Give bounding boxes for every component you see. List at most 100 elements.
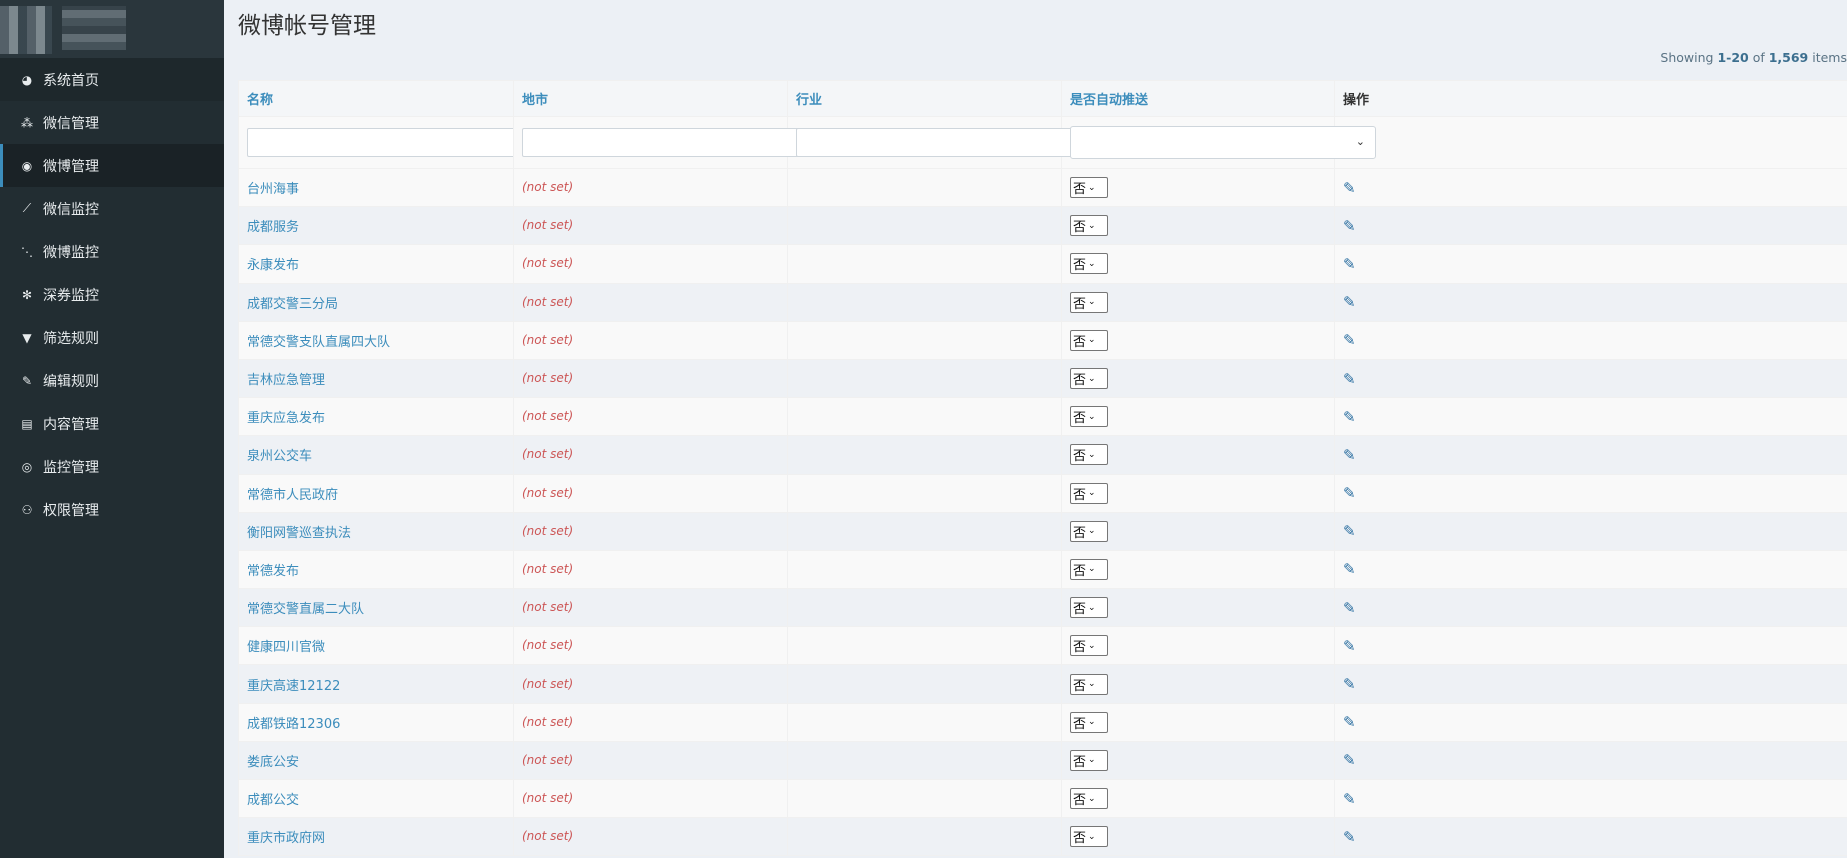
auto-push-select[interactable]: 否 ⌄ [1070, 215, 1108, 237]
cell-city: (not set) [513, 167, 788, 208]
account-name-link[interactable]: 台州海事 [247, 182, 299, 197]
auto-push-select[interactable]: 否 ⌄ [1070, 788, 1108, 810]
auto-push-filter-select[interactable]: ⌄ [1070, 126, 1376, 159]
auto-push-select[interactable]: 否 ⌄ [1070, 558, 1108, 580]
pencil-icon[interactable]: ✎ [1343, 370, 1356, 388]
chevron-down-icon: ⌄ [1088, 755, 1096, 766]
account-name-link[interactable]: 常德交警直属二大队 [247, 602, 364, 617]
filter-cell-city: ▼ [513, 116, 828, 169]
sidebar-item-5[interactable]: ✻ 深券监控 [0, 273, 224, 316]
cell-auto-push: 否 ⌄ [1061, 282, 1335, 322]
account-name-link[interactable]: 成都服务 [247, 220, 299, 235]
name-filter-input[interactable] [247, 128, 553, 157]
cell-industry [787, 435, 1062, 475]
cell-city: (not set) [513, 511, 788, 551]
city-value: (not set) [522, 829, 574, 844]
logo-image-blurred [0, 6, 52, 54]
account-name-link[interactable]: 成都公交 [247, 793, 299, 808]
account-name-link[interactable]: 泉州公交车 [247, 449, 312, 464]
auto-push-select[interactable]: 否 ⌄ [1070, 177, 1108, 199]
sidebar-item-4[interactable]: ⋱ 微博监控 [0, 230, 224, 273]
account-name-link[interactable]: 重庆应急发布 [247, 411, 325, 426]
account-name-link[interactable]: 重庆市政府网 [247, 831, 325, 846]
pencil-icon[interactable]: ✎ [1343, 675, 1356, 693]
account-name-link[interactable]: 常德交警支队直属四大队 [247, 335, 390, 350]
pencil-icon[interactable]: ✎ [1343, 217, 1356, 235]
chevron-down-icon: ⌄ [1088, 182, 1096, 193]
auto-push-select[interactable]: 否 ⌄ [1070, 482, 1108, 504]
cell-industry [787, 588, 1062, 628]
sidebar-item-2[interactable]: ◉ 微博管理 [0, 144, 224, 187]
table-row: 成都铁路12306 (not set) 否 ⌄ ✎ [238, 702, 1847, 742]
sidebar-item-1[interactable]: ⁂ 微信管理 [0, 101, 224, 144]
edit-square-icon: ✎ [21, 373, 33, 388]
sidebar-item-3[interactable]: ⟋ 微信监控 [0, 187, 224, 230]
pencil-icon[interactable]: ✎ [1343, 522, 1356, 540]
cell-industry [787, 511, 1062, 551]
account-name-link[interactable]: 常德市人民政府 [247, 488, 338, 503]
auto-push-select[interactable]: 否 ⌄ [1070, 368, 1108, 390]
table-row: 成都公交 (not set) 否 ⌄ ✎ [238, 778, 1847, 819]
account-name-link[interactable]: 衡阳网警巡查执法 [247, 526, 351, 541]
account-name-link[interactable]: 重庆高速12122 [247, 679, 340, 694]
auto-push-select[interactable]: 否 ⌄ [1070, 635, 1108, 657]
auto-push-select[interactable]: 否 ⌄ [1070, 406, 1108, 428]
cell-name: 娄底公安 [238, 740, 514, 781]
auto-push-value: 否 [1073, 640, 1087, 656]
pencil-icon[interactable]: ✎ [1343, 179, 1356, 197]
sidebar-item-8[interactable]: ▤ 内容管理 [0, 402, 224, 445]
auto-push-select[interactable]: 否 ⌄ [1070, 520, 1108, 542]
account-name-link[interactable]: 娄底公安 [247, 755, 299, 770]
sidebar-item-10[interactable]: ⚇ 权限管理 [0, 488, 224, 531]
pencil-icon[interactable]: ✎ [1343, 713, 1356, 731]
auto-push-select[interactable]: 否 ⌄ [1070, 253, 1108, 275]
sidebar-item-7[interactable]: ✎ 编辑规则 [0, 359, 224, 402]
account-name-link[interactable]: 永康发布 [247, 258, 299, 273]
sidebar-item-6[interactable]: ▼ 筛选规则 [0, 316, 224, 359]
auto-push-select[interactable]: 否 ⌄ [1070, 291, 1108, 313]
industry-filter-select[interactable]: ▼ [796, 128, 1102, 157]
pencil-icon[interactable]: ✎ [1343, 790, 1356, 808]
pencil-icon[interactable]: ✎ [1343, 446, 1356, 464]
auto-push-select[interactable]: 否 ⌄ [1070, 444, 1108, 466]
account-name-link[interactable]: 常德发布 [247, 564, 299, 579]
account-name-link[interactable]: 成都铁路12306 [247, 717, 340, 732]
header-name[interactable]: 名称 [238, 80, 514, 117]
sidebar-item-9[interactable]: ◎ 监控管理 [0, 445, 224, 488]
pencil-icon[interactable]: ✎ [1343, 484, 1356, 502]
auto-push-select[interactable]: 否 ⌄ [1070, 673, 1108, 695]
cell-city: (not set) [513, 778, 788, 819]
pencil-icon[interactable]: ✎ [1343, 255, 1356, 273]
header-industry[interactable]: 行业 [787, 80, 1062, 117]
sidebar-item-0[interactable]: ◕ 系统首页 [0, 58, 224, 101]
auto-push-select[interactable]: 否 ⌄ [1070, 597, 1108, 619]
pencil-icon[interactable]: ✎ [1343, 331, 1356, 349]
account-name-link[interactable]: 吉林应急管理 [247, 373, 325, 388]
city-filter-select[interactable]: ▼ [522, 128, 828, 157]
auto-push-select[interactable]: 否 ⌄ [1070, 329, 1108, 351]
account-name-link[interactable]: 成都交警三分局 [247, 297, 338, 312]
auto-push-select[interactable]: 否 ⌄ [1070, 749, 1108, 771]
auto-push-select[interactable]: 否 ⌄ [1070, 711, 1108, 733]
auto-push-value: 否 [1073, 220, 1087, 236]
header-auto-push[interactable]: 是否自动推送 [1061, 80, 1335, 117]
account-name-link[interactable]: 健康四川官微 [247, 640, 325, 655]
filter-cell-industry: ▼ [787, 116, 1102, 169]
logo-text-blurred [62, 6, 126, 50]
summary-range: 1-20 [1717, 50, 1749, 65]
pencil-icon[interactable]: ✎ [1343, 637, 1356, 655]
pencil-icon[interactable]: ✎ [1343, 293, 1356, 311]
auto-push-select[interactable]: 否 ⌄ [1070, 826, 1108, 848]
pencil-icon[interactable]: ✎ [1343, 599, 1356, 617]
auto-push-value: 否 [1073, 793, 1087, 809]
pencil-icon[interactable]: ✎ [1343, 751, 1356, 769]
summary-suffix: items [1808, 50, 1847, 65]
header-city[interactable]: 地市 [513, 80, 788, 117]
cell-name: 重庆高速12122 [238, 664, 514, 704]
table-row: 常德发布 (not set) 否 ⌄ ✎ [238, 549, 1847, 590]
city-value: (not set) [522, 752, 574, 767]
pencil-icon[interactable]: ✎ [1343, 408, 1356, 426]
chevron-down-icon: ⌄ [1088, 793, 1096, 804]
pencil-icon[interactable]: ✎ [1343, 560, 1356, 578]
pencil-icon[interactable]: ✎ [1343, 828, 1356, 846]
